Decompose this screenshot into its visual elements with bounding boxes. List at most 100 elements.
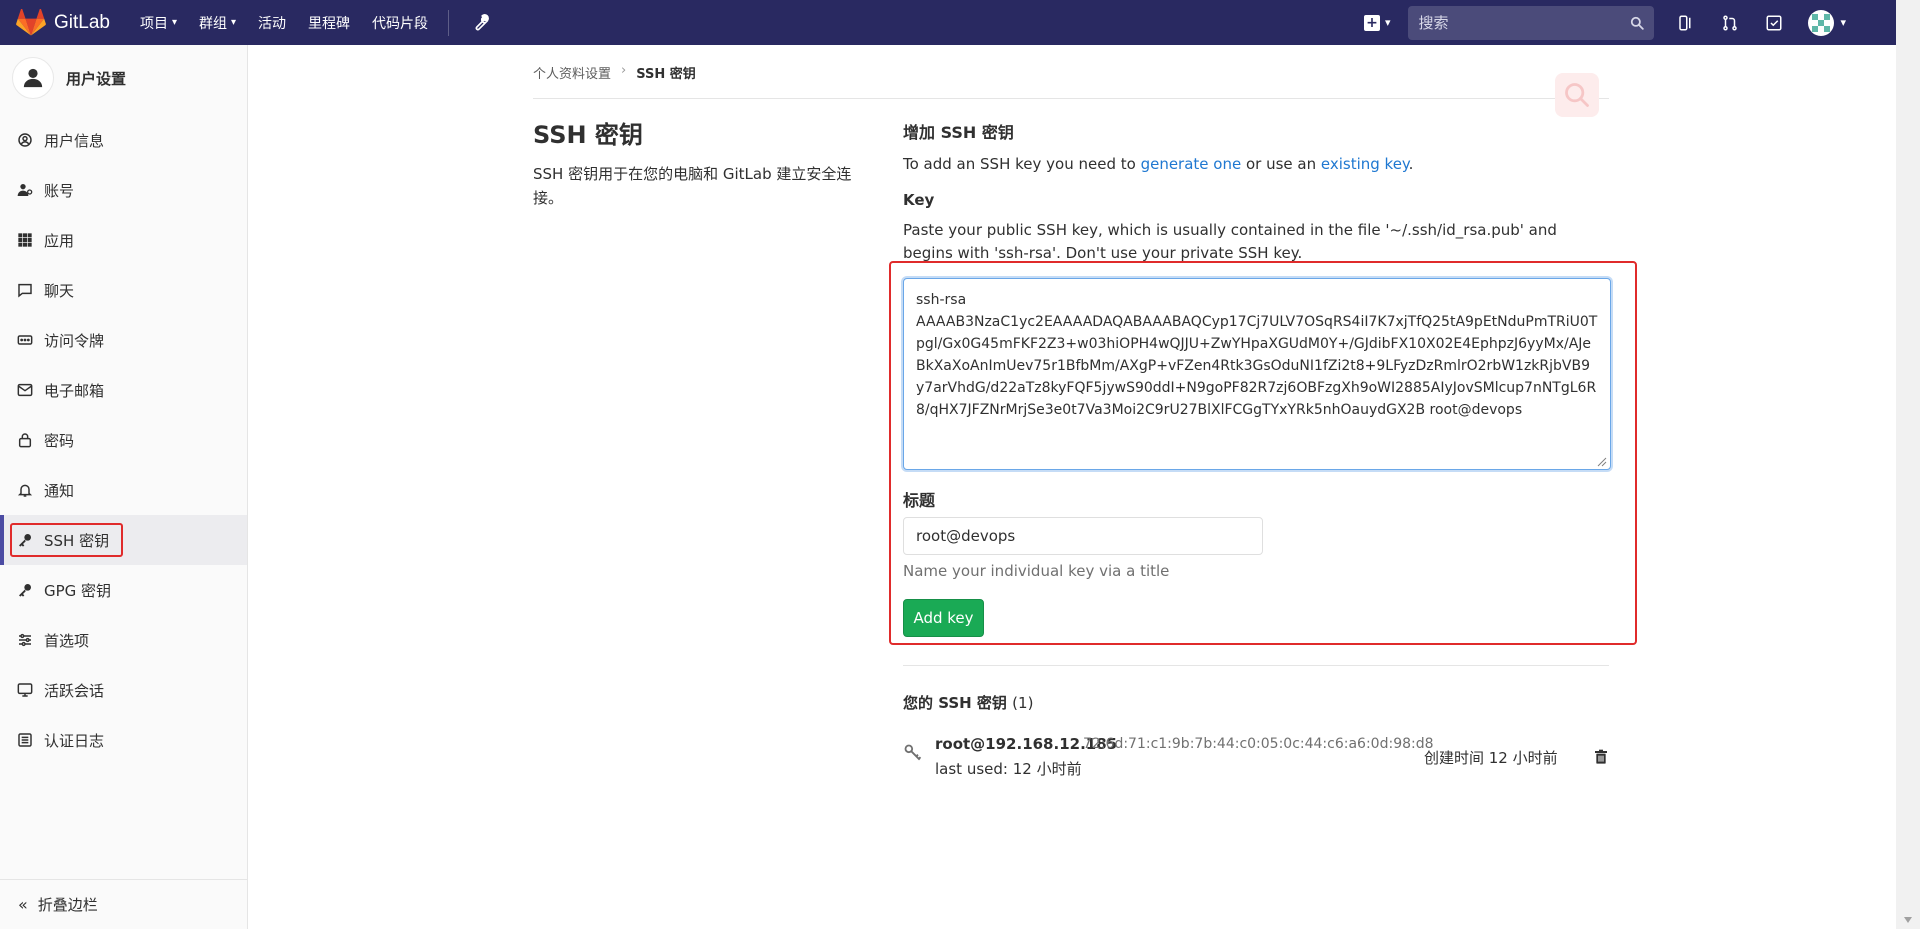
breadcrumb-separator: ›	[621, 63, 627, 78]
scroll-down-icon[interactable]	[1904, 917, 1912, 923]
sidebar-item-label: 访问令牌	[44, 331, 105, 350]
sidebar-item-auth-log[interactable]: 认证日志	[0, 715, 247, 765]
add-key-heading: 增加 SSH 密钥	[903, 123, 1014, 142]
page-title: SSH 密钥	[533, 121, 643, 149]
identicon-icon	[1812, 13, 1831, 32]
nav-milestones[interactable]: 里程碑	[308, 13, 350, 33]
new-dropdown-button[interactable]: + ▾	[1363, 14, 1391, 31]
section-divider	[903, 665, 1609, 666]
search-box[interactable]	[1408, 5, 1655, 40]
user-icon	[23, 68, 43, 88]
desc-middle: or use an	[1241, 155, 1321, 173]
sidebar-item-account[interactable]: 账号	[0, 165, 247, 215]
desc-suffix: .	[1408, 155, 1414, 173]
breadcrumb-current[interactable]: SSH 密钥	[636, 63, 696, 82]
breadcrumb-parent[interactable]: 个人资料设置	[533, 63, 611, 82]
nav-activity[interactable]: 活动	[258, 13, 286, 33]
sidebar-item-chat[interactable]: 聊天	[0, 265, 247, 315]
brand-name: GitLab	[54, 11, 110, 33]
your-keys-heading: 您的 SSH 密钥 (1)	[903, 692, 1033, 713]
sidebar-list: 用户信息 账号 应用 聊天 访问令牌 电子邮箱 密码 通知 SSH 密钥 GPG…	[0, 115, 247, 765]
sidebar-item-profile[interactable]: 用户信息	[0, 115, 247, 165]
sidebar-item-label: 认证日志	[44, 731, 105, 750]
sidebar-item-emails[interactable]: 电子邮箱	[0, 365, 247, 415]
user-settings-avatar	[12, 57, 54, 99]
token-icon	[16, 331, 34, 349]
sidebar-item-label: 活跃会话	[44, 681, 105, 700]
sidebar-item-password[interactable]: 密码	[0, 415, 247, 465]
key-fingerprint: 72:6d:71:c1:9b:7b:44:c0:05:0c:44:c6:a6:0…	[1083, 736, 1434, 752]
page-description: SSH 密钥用于在您的电脑和 GitLab 建立安全连接。	[533, 165, 852, 207]
double-chevron-left-icon: «	[18, 895, 28, 914]
sidebar-item-label: GPG 密钥	[44, 581, 112, 600]
user-menu[interactable]: ▾	[1808, 9, 1846, 36]
chevron-down-icon: ▾	[1840, 16, 1846, 29]
key-icon	[16, 581, 34, 599]
sidebar-header[interactable]: 用户设置	[0, 45, 247, 111]
nav-snippets[interactable]: 代码片段	[372, 13, 428, 33]
collapse-sidebar-button[interactable]: « 折叠边栏	[0, 879, 247, 929]
gitlab-logo-icon[interactable]	[16, 8, 46, 37]
nav-projects[interactable]: 项目 ▾	[140, 13, 177, 33]
add-key-section: 增加 SSH 密钥 To add an SSH key you need to …	[903, 115, 1609, 265]
chevron-down-icon: ▾	[231, 17, 237, 28]
vertical-scrollbar[interactable]	[1896, 0, 1920, 929]
chat-icon	[16, 281, 34, 299]
generate-one-link[interactable]: generate one	[1141, 155, 1242, 173]
your-keys-title: 您的 SSH 密钥	[903, 694, 1007, 712]
apps-icon	[16, 231, 34, 249]
chevron-down-icon: ▾	[1384, 16, 1391, 29]
sidebar-item-ssh-keys[interactable]: SSH 密钥	[0, 515, 247, 565]
key-textarea[interactable]	[903, 278, 1611, 470]
nav-projects-label: 项目	[139, 15, 168, 32]
title-label: 标题	[903, 491, 936, 510]
add-key-button[interactable]: Add key	[903, 599, 984, 637]
trash-icon[interactable]	[1593, 749, 1609, 765]
log-icon	[16, 731, 34, 749]
brand[interactable]: GitLab	[0, 0, 110, 45]
key-last-used: last used: 12 小时前	[935, 760, 1082, 778]
sidebar: 用户设置 用户信息 账号 应用 聊天 访问令牌 电子邮箱 密码 通知 SSH 密…	[0, 45, 248, 929]
profile-icon	[16, 131, 34, 149]
todos-icon[interactable]	[1764, 13, 1784, 33]
main-content: 个人资料设置 › SSH 密钥 SSH 密钥 SSH 密钥用于在您的电脑和 Gi…	[249, 45, 1896, 929]
search-input[interactable]	[1418, 13, 1631, 32]
sidebar-item-label: 用户信息	[44, 131, 105, 150]
mail-icon	[16, 381, 34, 399]
avatar[interactable]	[1808, 9, 1835, 36]
add-key-description: To add an SSH key you need to generate o…	[903, 155, 1609, 173]
monitor-icon	[16, 681, 34, 699]
nav-divider	[448, 9, 450, 36]
sidebar-item-access-tokens[interactable]: 访问令牌	[0, 315, 247, 365]
sidebar-item-preferences[interactable]: 首选项	[0, 615, 247, 665]
sliders-icon	[16, 631, 34, 649]
resize-handle-icon[interactable]	[1595, 455, 1607, 467]
merge-requests-icon[interactable]	[1720, 13, 1740, 33]
issues-icon[interactable]	[1676, 13, 1696, 33]
floating-search-icon[interactable]	[1555, 73, 1599, 117]
existing-key-link[interactable]: existing key	[1321, 155, 1409, 173]
nav-groups-label: 群组	[199, 15, 228, 32]
sidebar-item-gpg-keys[interactable]: GPG 密钥	[0, 565, 247, 615]
sidebar-item-applications[interactable]: 应用	[0, 215, 247, 265]
sidebar-item-label: 账号	[44, 181, 75, 200]
collapse-sidebar-label: 折叠边栏	[37, 896, 98, 914]
desc-prefix: To add an SSH key you need to	[903, 155, 1141, 173]
sidebar-item-label: 聊天	[44, 281, 75, 300]
sidebar-item-label: 通知	[44, 481, 75, 500]
title-help-text: Name your individual key via a title	[903, 562, 1170, 580]
bell-icon	[16, 481, 34, 499]
list-item[interactable]: root@192.168.12.185 72:6d:71:c1:9b:7b:44…	[903, 735, 1609, 785]
sidebar-item-label: 密码	[44, 431, 75, 450]
key-created: 创建时间 12 小时前	[1424, 749, 1558, 767]
navbar-right: + ▾ ▾	[1363, 0, 1896, 45]
sidebar-item-active-sessions[interactable]: 活跃会话	[0, 665, 247, 715]
nav-groups[interactable]: 群组 ▾	[199, 13, 236, 33]
sidebar-item-notifications[interactable]: 通知	[0, 465, 247, 515]
search-icon[interactable]	[1630, 16, 1645, 30]
title-input[interactable]	[903, 517, 1263, 555]
wrench-icon[interactable]	[471, 13, 489, 32]
keys-count: (1)	[1012, 694, 1034, 712]
sidebar-item-label: 电子邮箱	[44, 381, 105, 400]
plus-icon: +	[1363, 14, 1380, 31]
